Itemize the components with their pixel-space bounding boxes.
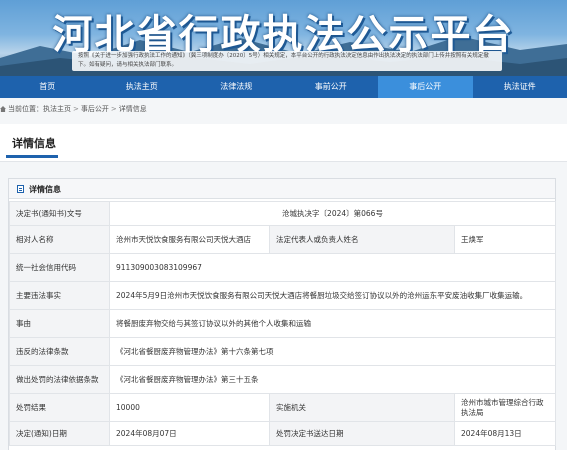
field-label: 决定书(通知书)文号	[9, 201, 110, 226]
nav-item-pre-disclosure[interactable]: 事前公开	[284, 76, 379, 98]
field-label: 相对人名称	[9, 225, 110, 254]
table-row: 统一社会信用代码 91130900308310996​7	[9, 253, 556, 282]
detail-tab-bar: 详情信息	[0, 124, 567, 162]
violated-clause-value: 《河北省餐厨废弃物管理办法》第十六条第七项	[109, 337, 556, 366]
breadcrumb-separator: >	[110, 105, 117, 113]
breadcrumb-separator: >	[73, 105, 79, 113]
delivery-date-value: 2024年08月13日	[454, 421, 556, 446]
nav-item-home[interactable]: 首页	[0, 76, 95, 98]
breadcrumb-item[interactable]: 当前位置：执法主页	[8, 105, 71, 113]
breadcrumb: 当前位置：执法主页 > 事后公开 > 详情信息	[0, 104, 147, 114]
document-icon	[17, 185, 24, 193]
field-label: 决定(通知)日期	[9, 421, 110, 446]
decision-date-value: 2024年08月07日	[109, 421, 270, 446]
table-row: 事由 将餐厨废弃物交给与其签订协议以外的其他个人收集和运输	[9, 309, 556, 338]
panel-title: 详情信息	[29, 185, 61, 194]
nav-item-post-disclosure[interactable]: 事后公开	[378, 76, 473, 98]
field-label: 实施机关	[269, 393, 455, 422]
field-label: 做出处罚的法律依据条款	[9, 365, 110, 394]
penalty-basis-value: 《河北省餐厨废弃物管理办法》第三十五条	[109, 365, 556, 394]
table-row: 违反的法律条款 《河北省餐厨废弃物管理办法》第十六条第七项	[9, 337, 556, 366]
matter-value: 将餐厨废弃物交给与其签订协议以外的其他个人收集和运输	[109, 309, 556, 338]
breadcrumb-current: 详情信息	[118, 105, 147, 113]
decision-number-value: 沧城执决字〔2024〕第066号	[109, 201, 556, 226]
penalty-result-value: 10000	[109, 393, 270, 422]
field-label: 事由	[9, 309, 110, 338]
panel-header: 详情信息	[9, 179, 555, 199]
table-row: 相对人名称 沧州市天悦饮食服务有限公司天悦大酒店 法定代表人或负责人姓名 王焕军	[9, 225, 556, 254]
field-label: 法定代表人或负责人姓名	[269, 225, 455, 254]
table-row: 处罚结果 10000 实施机关 沧州市城市管理综合行政执法局	[9, 393, 556, 422]
tab-active-indicator	[6, 155, 58, 158]
field-label: 处罚决定书送达日期	[269, 421, 455, 446]
field-label: 统一社会信用代码	[9, 253, 110, 282]
notice-text: 按照《关于进一步加强行政执法工作的通知》（冀三项制度办〔2020〕5号）相关规定…	[72, 51, 502, 71]
field-label: 主要违法事实	[9, 281, 110, 310]
credit-code-value: 91130900308310996​7	[109, 253, 556, 282]
home-icon	[0, 106, 6, 112]
detail-panel: 详情信息 决定书(通知书)文号 沧城执决字〔2024〕第066号 相对人名称 沧…	[8, 178, 556, 450]
nav-item-certificates[interactable]: 执法证件	[473, 76, 567, 98]
field-label: 违反的法律条款	[9, 337, 110, 366]
main-nav: 首页 执法主页 法律法规 事前公开 事后公开 执法证件	[0, 76, 567, 98]
table-row: 主要违法事实 2024年5月9日沧州市天悦饮食服务有限公司天悦大酒店将餐厨垃圾交…	[9, 281, 556, 310]
legal-representative-value: 王焕军	[454, 225, 556, 254]
violation-facts-value: 2024年5月9日沧州市天悦饮食服务有限公司天悦大酒店将餐厨垃圾交给签订协议以外…	[109, 281, 556, 310]
nav-item-laws[interactable]: 法律法规	[189, 76, 284, 98]
header-banner: 河北省行政执法公示平台 按照《关于进一步加强行政执法工作的通知》（冀三项制度办〔…	[0, 0, 567, 76]
party-name-value: 沧州市天悦饮食服务有限公司天悦大酒店	[109, 225, 270, 254]
detail-table: 决定书(通知书)文号 沧城执决字〔2024〕第066号 相对人名称 沧州市天悦饮…	[9, 201, 556, 446]
table-row: 做出处罚的法律依据条款 《河北省餐厨废弃物管理办法》第三十五条	[9, 365, 556, 394]
breadcrumb-item[interactable]: 事后公开	[81, 105, 109, 113]
tab-detail[interactable]: 详情信息	[12, 135, 56, 151]
implementing-agency-value: 沧州市城市管理综合行政执法局	[454, 393, 556, 422]
nav-item-enforcement-home[interactable]: 执法主页	[95, 76, 190, 98]
table-row: 决定书(通知书)文号 沧城执决字〔2024〕第066号	[9, 201, 556, 226]
field-label: 处罚结果	[9, 393, 110, 422]
table-row: 决定(通知)日期 2024年08月07日 处罚决定书送达日期 2024年08月1…	[9, 421, 556, 446]
